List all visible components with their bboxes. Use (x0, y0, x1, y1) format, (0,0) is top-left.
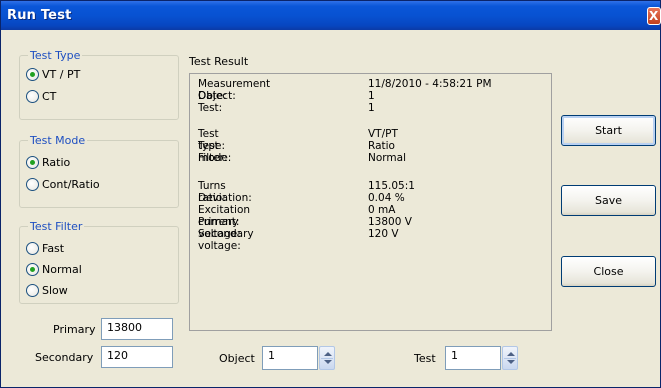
radio-normal-label: Normal (42, 262, 82, 276)
radio-ratio-label: Ratio (42, 155, 71, 169)
radio-ratio[interactable]: Ratio (26, 154, 70, 170)
close-window-button[interactable]: X (647, 7, 661, 25)
test-result-panel: Measurement Date: 11/8/2010 - 4:58:21 PM … (189, 73, 552, 331)
result-value: Ratio (368, 140, 395, 152)
title-bar[interactable]: Run Test X (1, 1, 661, 30)
close-icon: X (649, 9, 659, 23)
test-label: Test (414, 352, 436, 365)
result-key: Test: (198, 102, 223, 114)
radio-indicator (26, 89, 39, 103)
test-type-legend: Test Type (28, 49, 83, 62)
test-result-title: Test Result (189, 55, 249, 68)
test-input[interactable]: 1 (445, 346, 501, 370)
radio-indicator (26, 283, 39, 297)
result-key: Object: (198, 90, 236, 102)
radio-indicator (26, 262, 39, 276)
secondary-input[interactable]: 120 (101, 346, 173, 368)
secondary-label: Secondary (35, 351, 94, 364)
radio-fast[interactable]: Fast (26, 240, 64, 256)
radio-cont-ratio-label: Cont/Ratio (42, 177, 100, 191)
result-value: 115.05:1 (368, 180, 415, 192)
radio-cont-ratio[interactable]: Cont/Ratio (26, 176, 100, 192)
close-button[interactable]: Close (561, 256, 656, 287)
object-label: Object (219, 352, 255, 365)
radio-normal[interactable]: Normal (26, 261, 82, 277)
test-type-group: Test Type VT / PT CT (19, 49, 179, 120)
radio-indicator (26, 155, 39, 169)
start-button[interactable]: Start (561, 115, 656, 146)
dialog-body: Test Type VT / PT CT Test Mode Ratio Con… (5, 30, 657, 385)
primary-input[interactable]: 13800 (101, 318, 173, 340)
radio-slow[interactable]: Slow (26, 282, 68, 298)
primary-label: Primary (53, 323, 96, 336)
result-value: 11/8/2010 - 4:58:21 PM (368, 78, 492, 90)
radio-vt-pt[interactable]: VT / PT (26, 66, 80, 82)
result-value: 1 (368, 102, 375, 114)
radio-indicator (26, 241, 39, 255)
object-input[interactable]: 1 (262, 346, 318, 370)
result-key: Deviation: (198, 192, 252, 204)
window-title: Run Test (7, 8, 72, 23)
test-mode-group: Test Mode Ratio Cont/Ratio (19, 134, 179, 208)
test-mode-legend: Test Mode (28, 134, 88, 147)
spin-up-icon[interactable] (324, 352, 332, 356)
result-value: 1 (368, 90, 375, 102)
radio-fast-label: Fast (42, 241, 65, 255)
radio-indicator (26, 67, 39, 81)
radio-indicator (26, 177, 39, 191)
result-value: 0.04 % (368, 192, 405, 204)
result-value: VT/PT (368, 128, 398, 140)
radio-vt-pt-label: VT / PT (42, 67, 81, 81)
spin-down-icon[interactable] (324, 360, 332, 364)
result-value: 0 mA (368, 204, 396, 216)
test-filter-legend: Test Filter (28, 220, 85, 233)
radio-ct-label: CT (42, 89, 57, 103)
result-value: Normal (368, 152, 406, 164)
spinner-divider (321, 358, 333, 359)
save-button[interactable]: Save (561, 185, 656, 216)
spin-down-icon[interactable] (507, 360, 515, 364)
spin-up-icon[interactable] (507, 352, 515, 356)
result-value: 13800 V (368, 216, 412, 228)
test-spinner[interactable] (502, 346, 518, 370)
run-test-dialog: Run Test X Test Type VT / PT CT Test Mod… (0, 0, 661, 388)
result-key: Secondary voltage: (198, 228, 254, 252)
result-key: Filter: (198, 152, 228, 164)
radio-slow-label: Slow (42, 283, 68, 297)
result-value: 120 V (368, 228, 399, 240)
radio-ct[interactable]: CT (26, 88, 56, 104)
test-filter-group: Test Filter Fast Normal Slow (19, 220, 179, 304)
object-spinner[interactable] (319, 346, 335, 370)
spinner-divider (504, 358, 516, 359)
